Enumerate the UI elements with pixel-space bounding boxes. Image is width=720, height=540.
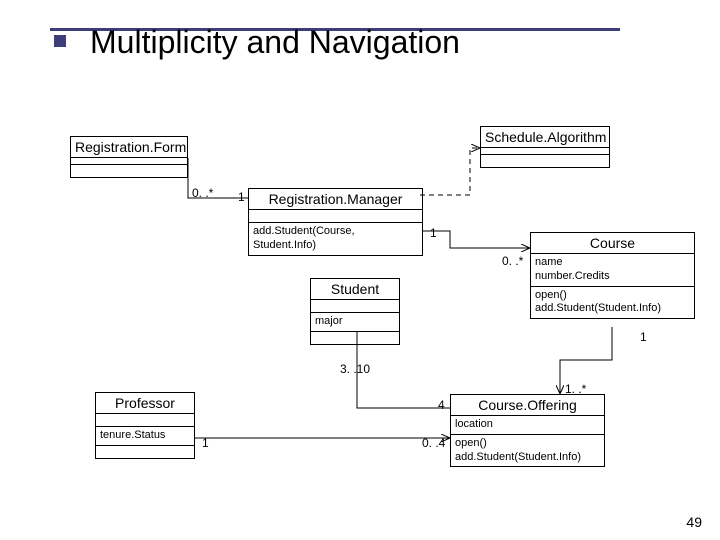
mult-rm-course-left: 1 [430, 226, 437, 240]
mult-rf-rm-right: 1 [238, 190, 245, 204]
class-attrs: name number.Credits [531, 254, 694, 287]
mult-student-co-left: 3. .10 [340, 362, 370, 376]
slide: Multiplicity and Navigation Registration… [0, 0, 720, 540]
mult-rf-rm-left: 0. .* [192, 186, 213, 200]
class-registration-manager: Registration.Manager add.Student(Course,… [248, 188, 423, 256]
class-name: Schedule.Algorithm [481, 127, 609, 148]
title-bullet-icon [54, 35, 66, 47]
page-number: 49 [686, 514, 702, 530]
class-name: Registration.Form [71, 137, 187, 158]
mult-course-co-top: 1 [640, 330, 647, 344]
class-schedule-algorithm: Schedule.Algorithm [480, 126, 610, 168]
class-ops: open() add.Student(Student.Info) [531, 287, 694, 319]
class-name: Student [311, 279, 399, 300]
mult-course-co-bot: 1. .* [565, 382, 586, 396]
class-attrs: location [451, 416, 604, 435]
class-ops: add.Student(Course, Student.Info) [249, 223, 422, 255]
class-course: Course name number.Credits open() add.St… [530, 232, 695, 319]
mult-student-co-right: 4 [438, 398, 445, 412]
class-attrs: major [311, 313, 399, 331]
class-ops: open() add.Student(Student.Info) [451, 435, 604, 467]
class-name: Registration.Manager [249, 189, 422, 210]
class-name: Course [531, 233, 694, 254]
class-professor: Professor tenure.Status [95, 392, 195, 459]
class-registration-form: Registration.Form [70, 136, 188, 178]
class-name: Course.Offering [451, 395, 604, 416]
class-student: Student major [310, 278, 400, 345]
mult-prof-co-left: 1 [202, 436, 209, 450]
mult-prof-co-right: 0. .4 [422, 436, 445, 450]
slide-title: Multiplicity and Navigation [90, 24, 460, 61]
class-name: Professor [96, 393, 194, 414]
mult-rm-course-right: 0. .* [502, 254, 523, 268]
class-attrs: tenure.Status [96, 427, 194, 445]
class-course-offering: Course.Offering location open() add.Stud… [450, 394, 605, 467]
